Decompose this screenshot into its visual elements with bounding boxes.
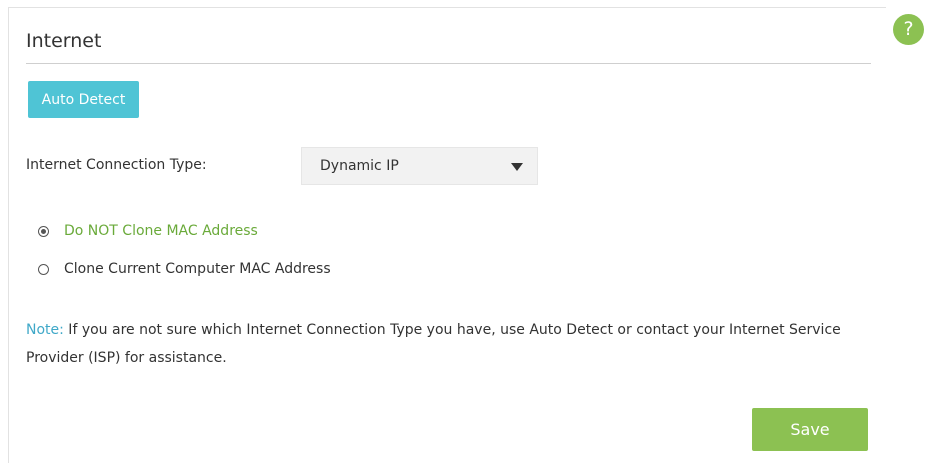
auto-detect-button[interactable]: Auto Detect [28,81,139,118]
save-button[interactable]: Save [752,408,868,451]
radio-checked-icon[interactable] [38,225,49,237]
radio-do-not-clone-mac[interactable]: Do NOT Clone MAC Address [38,221,258,241]
note-prefix: Note: [26,322,64,338]
radio-clone-current-mac[interactable]: Clone Current Computer MAC Address [38,259,331,279]
help-icon[interactable]: ? [893,14,924,45]
note-text: Note: If you are not sure which Internet… [26,316,856,372]
radio-unchecked-icon[interactable] [38,263,49,275]
caret-down-icon [511,163,523,171]
note-body: If you are not sure which Internet Conne… [26,322,841,366]
internet-settings-page: ? Internet Auto Detect Internet Connecti… [0,0,926,463]
radio-label-do-not-clone: Do NOT Clone MAC Address [64,223,258,239]
connection-type-label: Internet Connection Type: [26,157,207,173]
title-divider [26,63,871,64]
section-title: Internet [26,30,102,52]
radio-label-clone-current: Clone Current Computer MAC Address [64,261,331,277]
connection-type-select[interactable]: Dynamic IP [301,147,538,185]
help-glyph: ? [903,18,914,40]
connection-type-value: Dynamic IP [320,158,399,174]
